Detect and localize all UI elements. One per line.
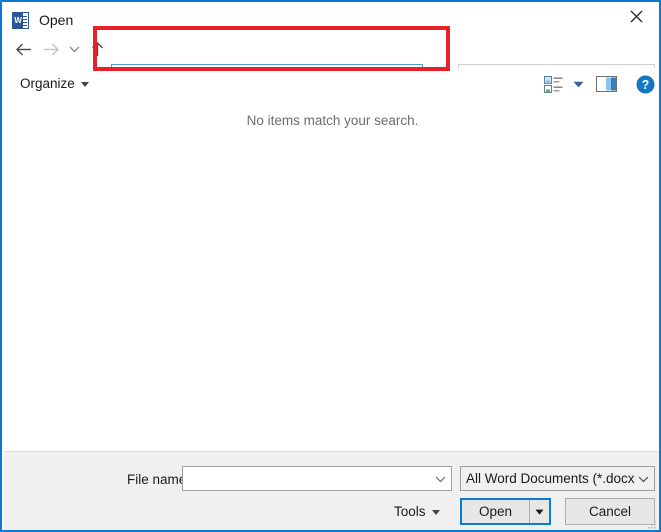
open-file-dialog: W Open Organize ? No items match your se…: [0, 0, 661, 532]
tools-label: Tools: [394, 504, 426, 519]
recent-locations-button[interactable]: [66, 38, 82, 60]
file-name-input[interactable]: [182, 466, 452, 491]
file-name-label: File name:: [127, 472, 191, 487]
help-button[interactable]: ?: [634, 73, 656, 95]
dialog-footer: File name: All Word Documents (*.docx;*.…: [4, 451, 659, 530]
resize-grip-icon[interactable]: [646, 517, 658, 529]
cancel-label: Cancel: [588, 504, 632, 519]
empty-state-message: No items match your search.: [246, 113, 419, 128]
caret-down-icon: [573, 81, 583, 87]
change-view-dropdown-button[interactable]: [570, 73, 586, 95]
organize-label: Organize: [20, 76, 75, 91]
command-bar: Organize ?: [4, 68, 659, 100]
cancel-button[interactable]: Cancel: [565, 498, 655, 525]
file-type-value: All Word Documents (*.docx;*.d: [466, 471, 635, 486]
close-button[interactable]: [614, 2, 659, 31]
file-type-dropdown[interactable]: All Word Documents (*.docx;*.d: [460, 466, 655, 491]
forward-arrow-icon: [43, 43, 59, 55]
tools-button[interactable]: Tools: [394, 502, 440, 522]
open-dropdown-button[interactable]: [530, 500, 549, 523]
up-arrow-icon: [91, 42, 103, 56]
view-layout-icon: [544, 75, 563, 93]
help-circle-icon: ?: [636, 75, 654, 93]
close-icon: [630, 10, 643, 23]
change-view-button[interactable]: [542, 73, 566, 95]
file-type-dropdown-button[interactable]: [635, 475, 651, 483]
title-bar-left: W Open: [12, 10, 73, 30]
svg-text:?: ?: [641, 78, 649, 92]
open-label: Open: [478, 504, 513, 519]
back-button[interactable]: [12, 38, 34, 60]
open-button[interactable]: Open: [460, 498, 551, 525]
navigation-row: W %APPDATA%\Microsoft\Templates: [4, 30, 659, 87]
back-arrow-icon: [15, 43, 31, 55]
caret-down-icon: [80, 81, 89, 87]
file-list-area[interactable]: No items match your search.: [4, 99, 659, 451]
chevron-down-icon: [435, 476, 445, 482]
up-one-level-button[interactable]: [86, 38, 108, 60]
word-icon: W: [12, 11, 29, 29]
forward-button[interactable]: [40, 38, 62, 60]
preview-pane-icon: [595, 76, 617, 92]
open-button-main[interactable]: Open: [462, 500, 530, 523]
chevron-down-icon: [69, 46, 79, 53]
window-title: Open: [39, 12, 74, 28]
caret-down-icon: [431, 509, 440, 515]
preview-pane-button[interactable]: [594, 73, 618, 95]
title-bar: W Open: [2, 0, 659, 32]
caret-down-icon: [535, 509, 544, 515]
file-name-dropdown-button[interactable]: [432, 475, 448, 483]
organize-button[interactable]: Organize: [20, 74, 89, 94]
chevron-down-icon: [638, 476, 648, 482]
